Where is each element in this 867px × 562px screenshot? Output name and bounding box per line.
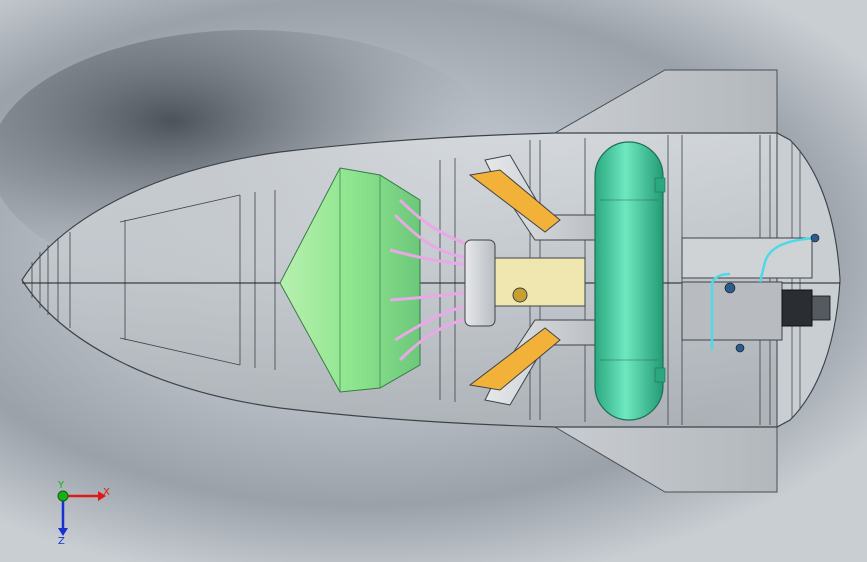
valve-fitting <box>724 282 736 294</box>
upper-fin[interactable] <box>553 69 778 134</box>
toroid-tank[interactable] <box>594 141 666 421</box>
z-axis-label: Z <box>58 536 65 547</box>
y-axis-marker <box>57 490 69 502</box>
y-axis-label: Y <box>57 480 65 491</box>
x-axis-label: X <box>103 487 110 498</box>
valve-fitting <box>810 233 820 243</box>
valve-fitting <box>735 343 745 353</box>
cad-viewport[interactable] <box>0 0 867 562</box>
z-axis-arrowhead <box>58 528 68 536</box>
coordinate-triad: X Z Y <box>57 480 110 547</box>
lower-fin[interactable] <box>553 426 778 493</box>
aft-cap[interactable] <box>776 132 841 428</box>
